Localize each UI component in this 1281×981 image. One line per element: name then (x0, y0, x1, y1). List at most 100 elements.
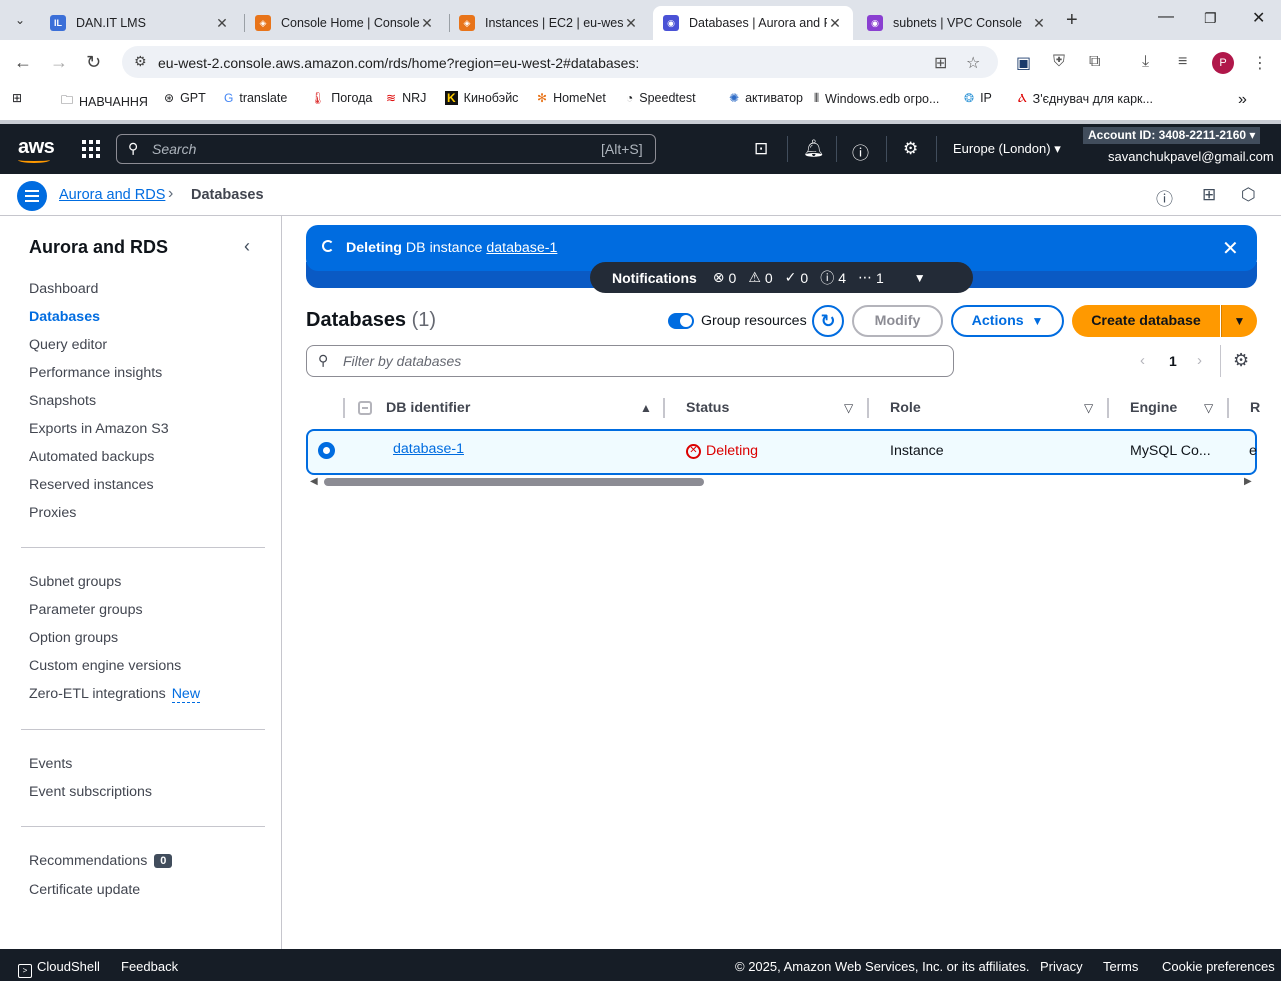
group-resources-toggle[interactable] (668, 313, 694, 329)
settings-hex-icon[interactable]: ⬡ (1241, 185, 1256, 205)
bookmark-homenet[interactable]: ✻ HomeNet (537, 91, 606, 105)
scrollbar-thumb[interactable] (324, 478, 704, 486)
notifications-bar[interactable]: Notifications ⊗ 0 ⚠ 0 ✓ 0 ⓘ 4 ⋯ 1 ▼ (590, 262, 973, 293)
refresh-button[interactable]: ↻ (812, 305, 844, 337)
close-tab-icon[interactable]: ✕ (419, 15, 435, 32)
translate-icon[interactable]: ⊞ (934, 53, 947, 73)
notifications-bell-icon[interactable]: 🔔︎ (803, 139, 825, 159)
terms-link[interactable]: Terms (1103, 959, 1138, 974)
sidebar-item-option-groups[interactable]: Option groups (29, 630, 118, 646)
services-menu-icon[interactable] (82, 140, 100, 158)
sidebar-item-parameter-groups[interactable]: Parameter groups (29, 602, 143, 618)
column-header-region[interactable]: R (1250, 400, 1260, 416)
account-email[interactable]: savanchukpavel@gmail.com (1108, 149, 1274, 164)
sort-ascending-icon[interactable]: ▲ (640, 401, 652, 415)
sidebar-item-reserved-instances[interactable]: Reserved instances (29, 477, 154, 493)
browser-tab-vpc[interactable]: ◉ subnets | VPC Console ✕ (857, 6, 1057, 40)
sidebar-item-performance-insights[interactable]: Performance insights (29, 365, 162, 381)
shield-extension-icon[interactable]: ⛨ (1053, 53, 1065, 71)
settings-gear-icon[interactable]: ⚙ (903, 139, 918, 159)
browser-tab-dan-it[interactable]: IL DAN.IT LMS ✕ (40, 6, 240, 40)
bookmark-activator[interactable]: ✺ активатор (729, 91, 803, 105)
warning-count[interactable]: ⚠ 0 (748, 269, 772, 286)
bookmark-kinobase[interactable]: K Кинобэйс (445, 91, 518, 105)
close-tab-icon[interactable]: ✕ (214, 15, 230, 32)
sidebar-item-certificate-update[interactable]: Certificate update (29, 882, 140, 898)
extensions-puzzle-icon[interactable]: ⧉ (1089, 53, 1100, 71)
maximize-icon[interactable]: ❐ (1204, 10, 1217, 27)
success-count[interactable]: ✓ 0 (785, 269, 809, 286)
sidebar-item-automated-backups[interactable]: Automated backups (29, 449, 154, 465)
sidebar-item-snapshots[interactable]: Snapshots (29, 393, 96, 409)
column-header-engine[interactable]: Engine (1130, 400, 1177, 416)
media-control-icon[interactable]: ≡ (1178, 53, 1187, 71)
error-count[interactable]: ⊗ 0 (713, 269, 737, 286)
side-nav-toggle-icon[interactable] (17, 181, 47, 211)
account-id-menu[interactable]: Account ID: 3408-2211-2160 ▾ (1083, 127, 1261, 144)
reload-icon[interactable]: ↻ (86, 52, 101, 73)
bookmark-gpt[interactable]: ⊛ GPT (164, 91, 206, 105)
cloudshell-footer-button[interactable]: > CloudShell (18, 959, 100, 978)
close-tab-icon[interactable]: ✕ (623, 15, 639, 32)
close-tab-icon[interactable]: ✕ (827, 15, 843, 32)
table-settings-icon[interactable]: ⚙ (1233, 350, 1249, 371)
sidebar-item-zero-etl[interactable]: Zero-ETL integrations New (29, 686, 201, 703)
cookie-preferences-link[interactable]: Cookie preferences (1162, 959, 1275, 974)
privacy-link[interactable]: Privacy (1040, 959, 1083, 974)
browser-tab-console-home[interactable]: ◈ Console Home | Console ✕ (245, 6, 445, 40)
back-arrow-icon[interactable]: ← (14, 52, 32, 73)
actions-button[interactable]: Actions ▼ (951, 305, 1064, 337)
forward-arrow-icon[interactable]: → (50, 52, 68, 73)
chevron-down-icon[interactable]: ▼ (914, 271, 926, 285)
sort-icon[interactable]: ▽ (1204, 401, 1213, 415)
info-count[interactable]: ⓘ 4 (820, 268, 846, 288)
collapse-left-icon[interactable]: ‹ (244, 236, 250, 257)
cloudshell-icon[interactable]: ⊡ (754, 139, 768, 159)
minimize-icon[interactable]: — (1158, 8, 1174, 26)
aws-logo[interactable]: aws (18, 136, 55, 159)
sidebar-item-proxies[interactable]: Proxies (29, 505, 76, 521)
create-database-dropdown[interactable]: ▼ (1221, 305, 1257, 337)
row-radio-selected[interactable] (318, 442, 335, 459)
sort-icon[interactable]: ▽ (1084, 401, 1093, 415)
browser-menu-icon[interactable]: ⋮ (1252, 53, 1268, 73)
close-icon[interactable]: ✕ (1222, 236, 1239, 261)
column-divider[interactable] (663, 398, 665, 418)
download-icon[interactable]: ⤓ (1142, 53, 1149, 71)
scroll-left-icon[interactable]: ◀ (310, 476, 318, 487)
browser-tab-databases[interactable]: ◉ Databases | Aurora and R ✕ (653, 6, 853, 40)
breadcrumb-aurora-rds[interactable]: Aurora and RDS (59, 187, 165, 203)
apps-grid-icon[interactable]: ⊞ (12, 91, 28, 105)
column-divider[interactable] (1107, 398, 1109, 418)
next-page-icon[interactable]: › (1197, 352, 1202, 369)
sidebar-item-recommendations[interactable]: Recommendations 0 (29, 853, 173, 869)
db-identifier-link[interactable]: database-1 (393, 441, 464, 457)
close-tab-icon[interactable]: ✕ (1031, 15, 1047, 32)
bookmarks-overflow-icon[interactable]: » (1238, 91, 1247, 109)
profile-avatar[interactable]: P (1212, 52, 1234, 74)
column-divider[interactable] (1227, 398, 1229, 418)
bookmark-ip[interactable]: ❂ IP (964, 91, 992, 105)
modify-button[interactable]: Modify (852, 305, 943, 337)
create-database-button[interactable]: Create database (1072, 305, 1220, 337)
expand-all-checkbox[interactable] (358, 401, 372, 415)
column-header-db-identifier[interactable]: DB identifier (386, 400, 470, 416)
url-text[interactable]: eu-west-2.console.aws.amazon.com/rds/hom… (158, 55, 639, 71)
browser-tab-ec2[interactable]: ◈ Instances | EC2 | eu-west ✕ (449, 6, 649, 40)
info-panel-icon[interactable]: ⓘ (1156, 185, 1173, 210)
extension-icon[interactable]: ▣ (1016, 53, 1031, 73)
sidebar-item-subnet-groups[interactable]: Subnet groups (29, 574, 121, 590)
sidebar-item-events[interactable]: Events (29, 756, 72, 772)
site-info-icon[interactable]: ⚙ (134, 53, 147, 70)
tab-search-button[interactable]: ⌄ (8, 8, 32, 32)
bookmark-folder-navchannia[interactable]: 🗀 НАВЧАННЯ (61, 91, 148, 112)
bookmark-windows-edb[interactable]: ⫴ Windows.edb огро... (814, 91, 939, 106)
bookmark-translate[interactable]: Gtranslate (224, 91, 287, 105)
window-close-icon[interactable]: ✕ (1252, 8, 1265, 28)
prev-page-icon[interactable]: ‹ (1140, 352, 1145, 369)
bookmark-star-icon[interactable]: ☆ (966, 53, 980, 73)
column-header-status[interactable]: Status (686, 400, 729, 416)
new-tab-button[interactable]: + (1066, 9, 1078, 32)
aws-search-input[interactable] (116, 134, 656, 164)
sidebar-item-databases[interactable]: Databases (29, 309, 100, 325)
